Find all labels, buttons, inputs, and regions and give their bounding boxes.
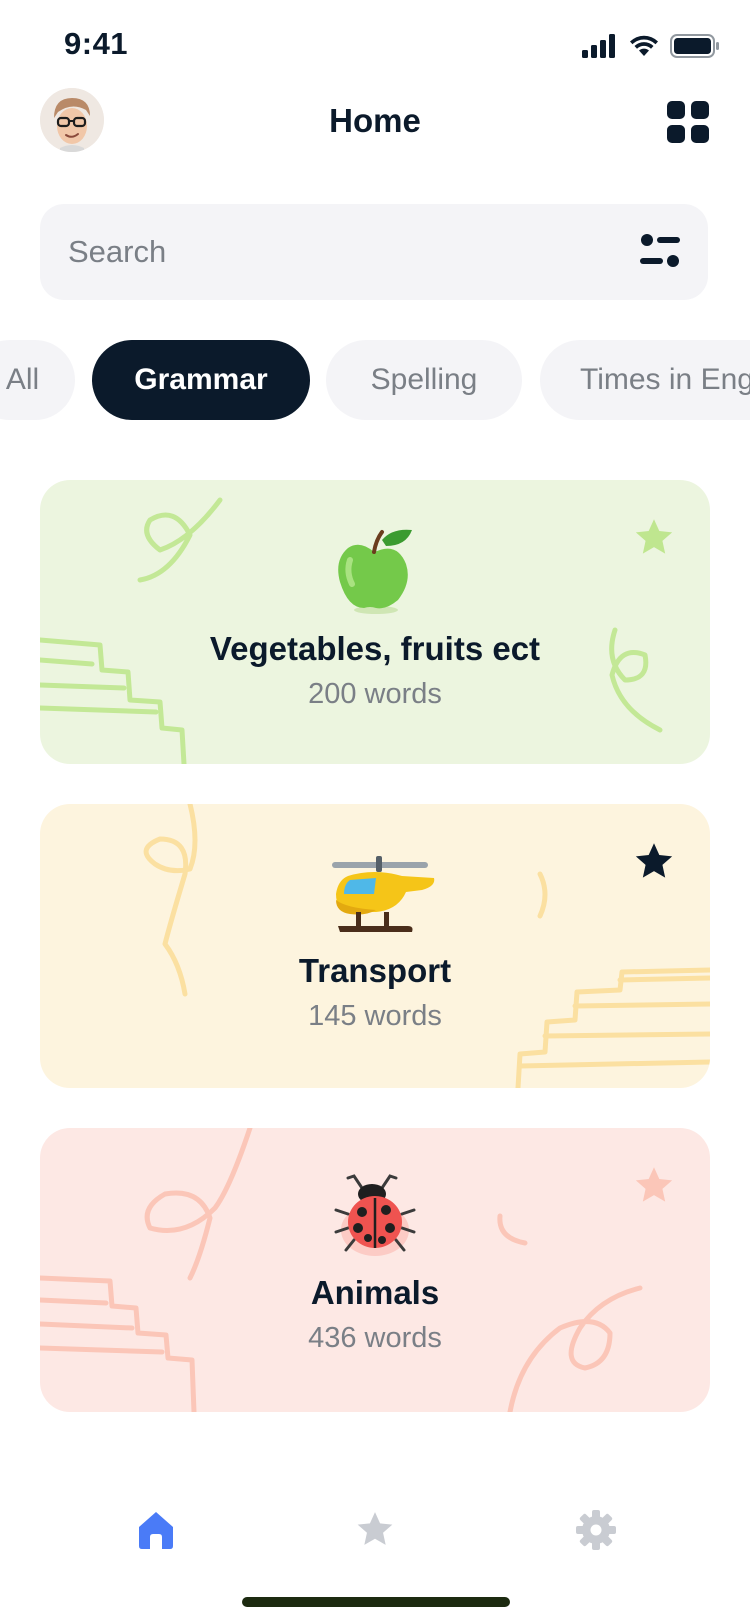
category-card-animals[interactable]: Animals 436 words xyxy=(40,1128,710,1412)
card-title: Vegetables, fruits ect xyxy=(209,630,541,667)
battery-icon xyxy=(670,34,719,58)
filter-icon xyxy=(640,234,680,267)
category-tabs: All Grammar Spelling Times in English xyxy=(0,340,750,420)
favorite-star-icon[interactable] xyxy=(632,840,676,884)
category-card-transport[interactable]: Transport 145 words xyxy=(40,804,710,1088)
helicopter-icon xyxy=(332,856,435,932)
favorite-star-icon[interactable] xyxy=(632,516,676,560)
signal-icon xyxy=(582,34,615,58)
tab-label: Times in English xyxy=(580,363,750,396)
card-title: Transport xyxy=(298,952,452,989)
grid-menu-button[interactable] xyxy=(666,100,710,144)
card-word-count: 436 words xyxy=(308,1322,442,1354)
home-indicator xyxy=(242,1597,510,1607)
tab-label: Spelling xyxy=(370,363,478,396)
tab-times-in-english[interactable]: Times in English xyxy=(540,340,750,420)
search-input[interactable] xyxy=(68,204,588,300)
gear-icon xyxy=(576,1510,616,1550)
tab-all[interactable]: All xyxy=(0,340,75,420)
tab-spelling[interactable]: Spelling xyxy=(326,340,522,420)
tab-label: All xyxy=(5,363,40,396)
page-title: Home xyxy=(329,102,421,139)
bottom-navigation xyxy=(0,1490,750,1570)
status-time: 9:41 xyxy=(64,26,129,61)
nav-settings[interactable] xyxy=(566,1500,626,1560)
status-bar: 9:41 xyxy=(0,0,750,90)
category-card-vegetables[interactable]: Vegetables, fruits ect 200 words xyxy=(40,480,710,764)
star-icon xyxy=(357,1512,393,1545)
filter-button[interactable] xyxy=(638,230,682,274)
header: Home xyxy=(0,88,750,156)
nav-favorites[interactable] xyxy=(345,1500,405,1560)
home-icon xyxy=(139,1512,173,1549)
favorite-star-icon[interactable] xyxy=(632,1164,676,1208)
wifi-icon xyxy=(630,35,658,56)
ladybug-icon xyxy=(334,1174,416,1256)
nav-home[interactable] xyxy=(126,1500,186,1560)
grid-icon xyxy=(667,101,709,143)
tab-label: Grammar xyxy=(134,363,268,396)
search-bar xyxy=(40,204,708,300)
card-word-count: 200 words xyxy=(308,678,442,710)
card-title: Animals xyxy=(310,1274,440,1311)
apple-icon xyxy=(338,529,412,614)
card-decoration xyxy=(143,804,710,1088)
tab-grammar[interactable]: Grammar xyxy=(92,340,310,420)
card-decoration xyxy=(40,497,663,764)
status-icons xyxy=(582,34,720,58)
card-word-count: 145 words xyxy=(308,1000,442,1032)
